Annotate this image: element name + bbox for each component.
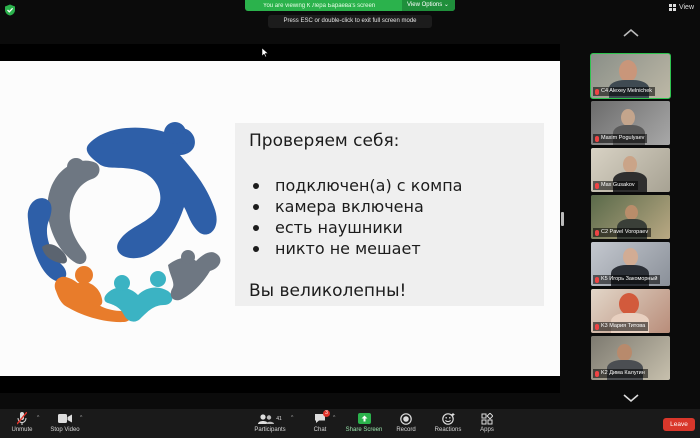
slide-heading: Проверяем себя: <box>249 131 400 151</box>
stop-video-button[interactable]: Stop Video <box>48 411 82 437</box>
apps-label: Apps <box>480 427 494 433</box>
viewing-screen-text: You are viewing К Лера Бараева's screen <box>263 2 376 9</box>
reactions-label: Reactions <box>434 427 462 433</box>
participant-video-tile[interactable]: C2 Pavel Voropaev <box>591 195 670 239</box>
participant-name: C4 Alexey Melnichek <box>601 88 653 94</box>
bullet-dot-icon <box>253 224 259 231</box>
leave-meeting-button[interactable]: Leave <box>663 418 695 431</box>
share-screen-button[interactable]: Share Screen <box>343 411 385 437</box>
mic-muted-icon <box>595 370 599 377</box>
view-label: View <box>678 4 694 11</box>
record-icon <box>400 412 412 425</box>
exit-fullscreen-hint: Press ESC or double-click to exit full s… <box>268 15 432 28</box>
slide-bullet: никто не мешает <box>249 238 462 259</box>
smiley-reaction-icon <box>441 412 454 425</box>
view-options-label: View Options <box>407 2 443 8</box>
record-label: Record <box>396 427 416 433</box>
participant-name-tag: K5 Игорь Закоморный <box>593 275 661 284</box>
bullet-text: подключен(а) с компа <box>275 176 463 195</box>
participant-name: K3 Мария Титова <box>601 323 646 329</box>
grid-view-icon <box>668 4 676 11</box>
participant-video-tile[interactable]: K2 Дима Калугин <box>591 336 670 380</box>
mic-muted-icon <box>595 276 599 283</box>
bullet-text: никто не мешает <box>275 239 421 258</box>
chat-options-caret-icon[interactable]: ^ <box>333 415 335 421</box>
record-button[interactable]: Record <box>393 411 419 437</box>
viewing-screen-banner: You are viewing К Лера Бараева's screen … <box>245 0 455 11</box>
slide-text-box: Проверяем себя: подключен(а) с компа кам… <box>235 123 544 306</box>
bullet-dot-icon <box>253 203 259 210</box>
slide-footer-text: Вы великолепны! <box>249 281 407 301</box>
mic-muted-icon <box>595 323 599 330</box>
security-shield-icon[interactable] <box>4 4 16 16</box>
bullet-dot-icon <box>253 182 259 189</box>
slide-bullet-list: подключен(а) с компа камера включена ест… <box>249 175 462 259</box>
unmute-button[interactable]: Unmute <box>8 411 36 437</box>
view-options-button[interactable]: View Options ⌄ <box>402 0 455 11</box>
slide-bullet: камера включена <box>249 196 462 217</box>
chat-button[interactable]: 3 Chat <box>309 410 331 437</box>
participants-icon <box>258 413 275 424</box>
unmute-label: Unmute <box>11 427 33 433</box>
participant-name: K5 Игорь Закоморный <box>601 276 658 282</box>
mic-muted-icon <box>17 412 27 425</box>
bullet-dot-icon <box>253 245 259 252</box>
view-button[interactable]: View <box>668 4 694 11</box>
stop-video-label: Stop Video <box>50 427 80 433</box>
participants-button[interactable]: 41 Participants <box>252 411 288 437</box>
chevron-up-icon[interactable] <box>622 28 640 38</box>
chat-unread-badge: 3 <box>323 410 330 417</box>
participant-name-tag: K2 Дима Калугин <box>593 369 648 378</box>
participant-name-tag: K3 Мария Титова <box>593 322 649 331</box>
mic-muted-icon <box>595 182 599 189</box>
community-logo-icon <box>27 122 221 323</box>
presentation-slide: Проверяем себя: подключен(а) с компа кам… <box>0 61 560 376</box>
mic-muted-icon <box>595 229 599 236</box>
participant-name-tag: C4 Alexey Melnichek <box>593 87 656 96</box>
participant-name-tag: Maxim Pogulyaev <box>593 134 648 143</box>
bullet-text: есть наушники <box>275 218 403 237</box>
participant-video-tile[interactable]: K3 Мария Титова <box>591 289 670 333</box>
panel-resize-handle[interactable] <box>561 212 564 226</box>
chat-label: Chat <box>313 427 327 433</box>
reactions-button[interactable]: Reactions <box>431 411 465 437</box>
apps-button[interactable]: Apps <box>475 411 499 437</box>
slide-bullet: подключен(а) с компа <box>249 175 462 196</box>
mic-muted-icon <box>595 88 599 95</box>
audio-options-caret-icon[interactable]: ^ <box>37 415 39 421</box>
participant-name-tag: Max Gusakov <box>593 181 638 190</box>
video-options-caret-icon[interactable]: ^ <box>80 415 82 421</box>
participant-name: Max Gusakov <box>601 182 635 188</box>
zoom-fullscreen-window: You are viewing К Лера Бараева's screen … <box>0 0 700 438</box>
participant-video-tile[interactable]: C4 Alexey Melnichek <box>590 53 671 99</box>
mouse-cursor-icon <box>262 48 268 57</box>
participant-name-tag: C2 Pavel Voropaev <box>593 228 652 237</box>
participant-video-tile[interactable]: K5 Игорь Закоморный <box>591 242 670 286</box>
chevron-down-icon[interactable] <box>622 393 640 403</box>
video-camera-icon <box>58 414 72 423</box>
participant-name: Maxim Pogulyaev <box>601 135 645 141</box>
share-screen-icon <box>357 413 371 424</box>
participants-label: Participants <box>254 427 286 433</box>
participant-name: C2 Pavel Voropaev <box>601 229 649 235</box>
participants-options-caret-icon[interactable]: ^ <box>291 415 293 421</box>
participant-video-tile[interactable]: Max Gusakov <box>591 148 670 192</box>
mic-muted-icon <box>595 135 599 142</box>
participant-video-tile[interactable]: Maxim Pogulyaev <box>591 101 670 145</box>
participant-name: K2 Дима Калугин <box>601 370 645 376</box>
bullet-text: камера включена <box>275 197 424 216</box>
participants-count: 41 <box>276 415 282 422</box>
apps-icon <box>481 412 493 424</box>
meeting-toolbar: Unmute ^ Stop Video ^ 41 Participants ^ … <box>0 409 700 438</box>
share-screen-label: Share Screen <box>345 427 383 433</box>
slide-bullet: есть наушники <box>249 217 462 238</box>
